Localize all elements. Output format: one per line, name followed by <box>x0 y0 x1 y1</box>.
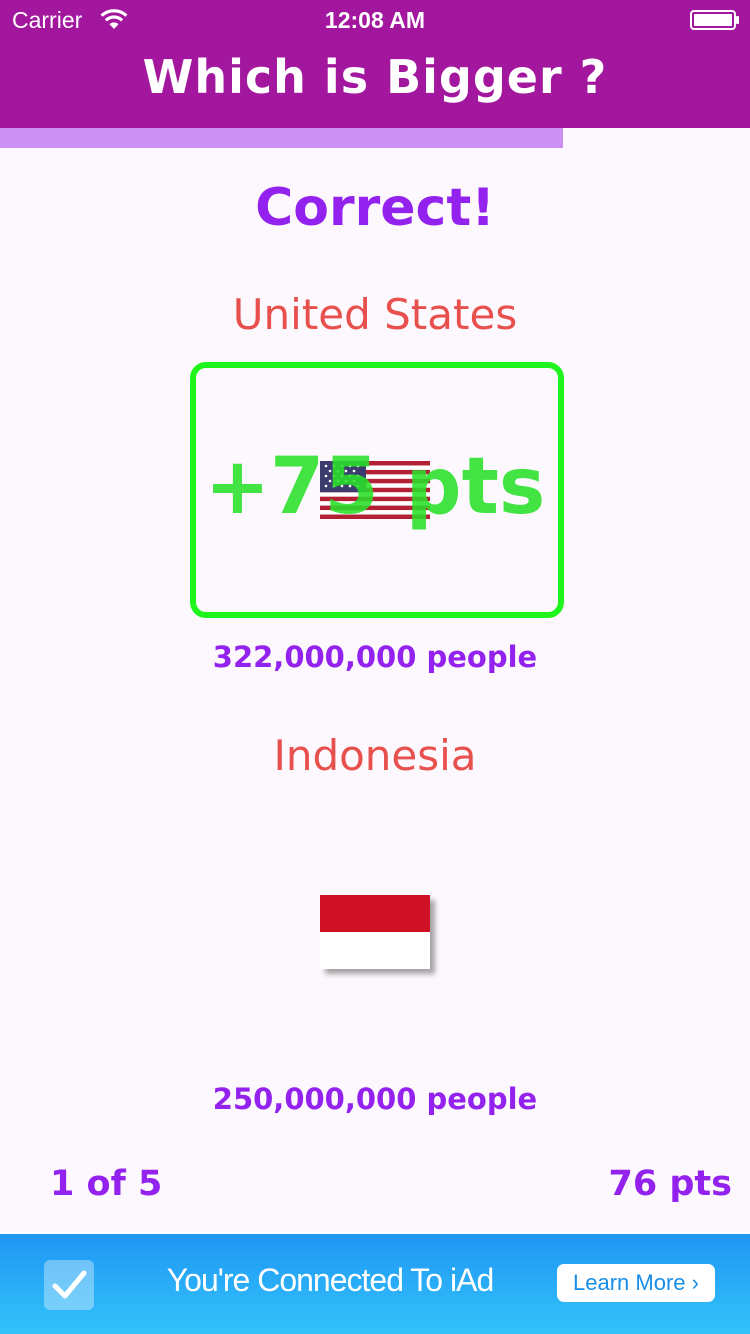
result-message: Correct! <box>255 178 495 238</box>
score-display: 76 pts <box>608 1164 732 1204</box>
app-title: Which is Bigger ? <box>142 50 608 104</box>
status-time: 12:08 AM <box>324 7 426 33</box>
status-bar: Carrier 12:08 AM <box>0 0 750 40</box>
question-counter: 1 of 5 <box>50 1164 163 1204</box>
progress-fill <box>0 128 563 148</box>
learn-more-button[interactable]: Learn More › <box>557 1264 715 1302</box>
ad-message: You're Connected To iAd <box>166 1262 494 1298</box>
points-earned-popup: +75 pts <box>204 442 546 532</box>
battery-icon <box>690 10 739 30</box>
indonesia-flag-icon[interactable] <box>320 895 430 969</box>
country-b-population: 250,000,000 people <box>212 1082 538 1116</box>
progress-bar <box>0 128 750 148</box>
country-b-name: Indonesia <box>273 731 477 780</box>
country-a-name: United States <box>232 290 518 339</box>
app-header: Carrier 12:08 AM Which is Bigger ? <box>0 0 750 128</box>
checkmark-icon <box>44 1260 94 1310</box>
iad-banner[interactable]: You're Connected To iAd Learn More › <box>0 1234 750 1334</box>
country-a-population: 322,000,000 people <box>212 640 538 674</box>
